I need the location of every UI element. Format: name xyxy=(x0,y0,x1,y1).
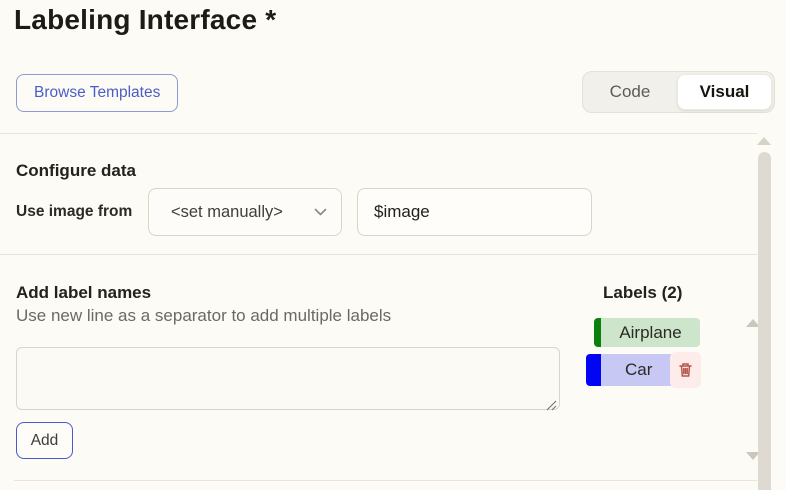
divider-bottom xyxy=(14,480,757,481)
page-title: Labeling Interface * xyxy=(14,4,276,36)
labels-panel-heading: Labels (2) xyxy=(603,283,682,303)
scrollbar-up-icon[interactable] xyxy=(757,137,771,145)
vertical-scrollbar[interactable] xyxy=(758,152,771,490)
image-source-select-value: <set manually> xyxy=(171,203,314,222)
divider-top xyxy=(0,133,757,134)
image-source-select[interactable]: <set manually> xyxy=(148,188,342,236)
delete-label-button[interactable] xyxy=(670,352,701,388)
label-color-bar xyxy=(594,318,601,347)
add-label-names-heading: Add label names xyxy=(16,283,151,303)
divider-middle xyxy=(0,254,757,255)
browse-templates-button[interactable]: Browse Templates xyxy=(16,74,178,112)
image-value-input[interactable] xyxy=(357,188,592,236)
label-chip-car[interactable]: Car xyxy=(586,354,700,386)
label-chip-airplane[interactable]: Airplane xyxy=(594,318,700,347)
add-label-button[interactable]: Add xyxy=(16,422,73,459)
add-labels-helper-text: Use new line as a separator to add multi… xyxy=(16,306,391,326)
tab-code[interactable]: Code xyxy=(583,82,677,102)
trash-icon xyxy=(678,362,693,378)
configure-data-heading: Configure data xyxy=(16,161,136,181)
tab-visual[interactable]: Visual xyxy=(677,74,772,110)
view-mode-toggle: Code Visual xyxy=(582,71,775,113)
use-image-from-label: Use image from xyxy=(16,203,132,221)
labeling-interface-page: { "page": { "title": "Labeling Interface… xyxy=(0,0,786,490)
label-color-bar xyxy=(586,354,601,386)
new-labels-textarea[interactable] xyxy=(16,347,560,410)
chevron-down-icon xyxy=(314,208,327,217)
label-chip-name: Airplane xyxy=(601,318,700,347)
